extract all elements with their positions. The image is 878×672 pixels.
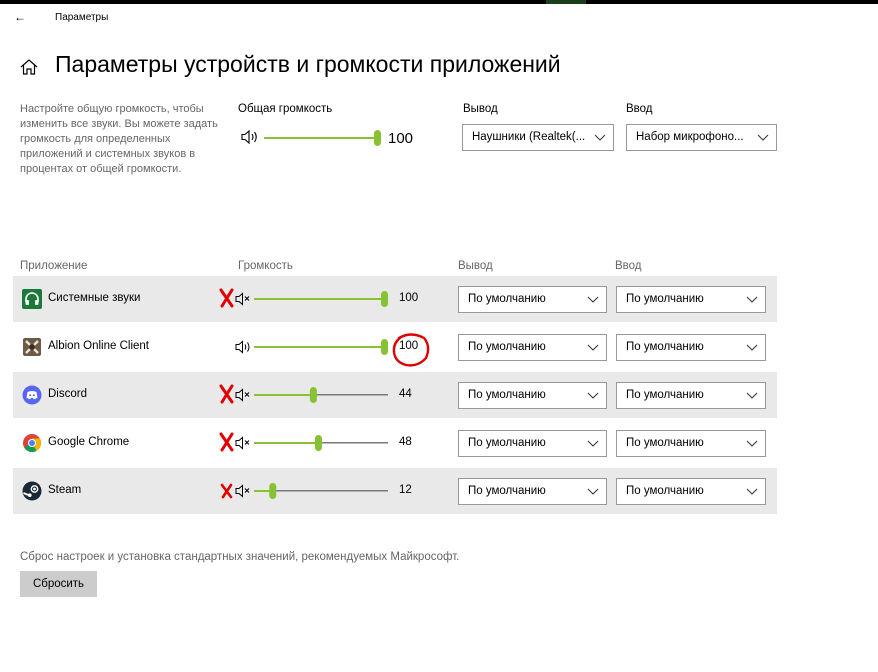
app-volume-value: 44 (399, 388, 412, 400)
chevron-down-icon (587, 488, 599, 495)
slider-thumb[interactable] (269, 483, 277, 499)
chevron-down-icon (594, 134, 606, 141)
app-input-value: По умолчанию (626, 341, 704, 353)
master-volume-value: 100 (388, 130, 414, 147)
speaker-muted-icon[interactable] (235, 291, 253, 307)
master-volume-slider[interactable] (264, 129, 384, 147)
slider-thumb[interactable] (309, 387, 317, 403)
app-output-value: По умолчанию (468, 437, 546, 449)
app-input-dropdown[interactable]: По умолчанию (616, 478, 766, 505)
column-header-volume: Громкость (238, 260, 293, 272)
app-volume-slider[interactable] (254, 386, 392, 404)
app-volume-slider[interactable] (254, 338, 392, 356)
app-name: Discord (48, 388, 87, 400)
app-volume-value: 100 (399, 292, 419, 304)
chevron-down-icon (746, 392, 758, 399)
slider-thumb[interactable] (314, 435, 322, 451)
app-row-steam: Steam 12 По умолчанию По умолчанию (13, 468, 777, 514)
app-title: Параметры (55, 12, 109, 23)
speaker-icon[interactable] (240, 128, 262, 146)
speaker-muted-icon[interactable] (235, 387, 253, 403)
speaker-muted-icon[interactable] (235, 435, 253, 451)
slider-thumb[interactable] (381, 339, 388, 355)
master-input-dropdown[interactable]: Набор микрофоно... (626, 124, 777, 151)
chevron-down-icon (746, 440, 758, 447)
red-x-mark (220, 483, 233, 499)
albion-icon (23, 338, 41, 356)
chevron-down-icon (587, 344, 599, 351)
app-input-dropdown[interactable]: По умолчанию (616, 430, 766, 457)
headphones-icon (22, 289, 42, 309)
chrome-icon (23, 434, 42, 453)
column-header-input: Ввод (615, 260, 642, 272)
app-input-value: По умолчанию (626, 293, 704, 305)
input-label: Ввод (626, 103, 653, 115)
column-header-app: Приложение (20, 260, 88, 272)
app-name: Steam (48, 484, 82, 496)
app-input-value: По умолчанию (626, 485, 704, 497)
page-title: Параметры устройств и громкости приложен… (55, 51, 561, 77)
slider-thumb[interactable] (381, 291, 388, 307)
master-output-dropdown[interactable]: Наушники (Realtek(... (462, 124, 614, 151)
chevron-down-icon (587, 296, 599, 303)
app-output-dropdown[interactable]: По умолчанию (458, 334, 607, 361)
app-row-system-sounds: Системные звуки 100 По умолчанию По умол… (13, 276, 777, 322)
app-output-dropdown[interactable]: По умолчанию (458, 382, 607, 409)
app-volume-value: 12 (399, 484, 412, 496)
app-output-value: По умолчанию (468, 389, 546, 401)
master-volume-label: Общая громкость (238, 103, 333, 115)
red-x-mark (219, 432, 234, 452)
reset-button[interactable]: Сбросить (20, 571, 97, 597)
discord-icon (22, 385, 42, 405)
back-arrow-icon[interactable]: ← (14, 10, 30, 24)
app-output-dropdown[interactable]: По умолчанию (458, 478, 607, 505)
red-x-mark (219, 384, 234, 404)
app-input-value: По умолчанию (626, 389, 704, 401)
app-volume-slider[interactable] (254, 434, 392, 452)
column-header-output: Вывод (458, 260, 493, 272)
master-slider-thumb[interactable] (374, 130, 381, 146)
app-name: Системные звуки (48, 292, 141, 304)
app-output-dropdown[interactable]: По умолчанию (458, 286, 607, 313)
app-input-dropdown[interactable]: По умолчанию (616, 286, 766, 313)
app-output-value: По умолчанию (468, 293, 546, 305)
home-icon (20, 59, 38, 75)
app-input-dropdown[interactable]: По умолчанию (616, 382, 766, 409)
master-description: Настройте общую громкость, чтобы изменит… (20, 103, 218, 175)
chevron-down-icon (757, 134, 769, 141)
speaker-icon[interactable] (235, 339, 253, 355)
app-input-dropdown[interactable]: По умолчанию (616, 334, 766, 361)
chevron-down-icon (587, 392, 599, 399)
app-row-discord: Discord 44 По умолчанию По умолчанию (13, 372, 777, 418)
master-input-value: Набор микрофоно... (636, 131, 744, 143)
app-name: Google Chrome (48, 436, 130, 448)
app-output-dropdown[interactable]: По умолчанию (458, 430, 607, 457)
chevron-down-icon (746, 344, 758, 351)
speaker-muted-icon[interactable] (235, 483, 253, 499)
app-volume-slider[interactable] (254, 290, 392, 308)
title-bar: ← Параметры (0, 4, 878, 30)
output-label: Вывод (463, 103, 498, 115)
chevron-down-icon (587, 440, 599, 447)
chevron-down-icon (746, 488, 758, 495)
app-row-chrome: Google Chrome 48 По умолчанию По умолчан… (13, 420, 777, 466)
app-output-value: По умолчанию (468, 485, 546, 497)
app-volume-slider[interactable] (254, 482, 392, 500)
app-input-value: По умолчанию (626, 437, 704, 449)
app-name: Albion Online Client (48, 340, 150, 352)
reset-description: Сброс настроек и установка стандартных з… (20, 551, 460, 563)
master-output-value: Наушники (Realtek(... (472, 131, 586, 143)
chevron-down-icon (746, 296, 758, 303)
red-annotation-circle (392, 333, 430, 367)
app-volume-value: 48 (399, 436, 412, 448)
steam-icon (22, 481, 42, 501)
red-x-mark (219, 288, 234, 308)
app-output-value: По умолчанию (468, 341, 546, 353)
